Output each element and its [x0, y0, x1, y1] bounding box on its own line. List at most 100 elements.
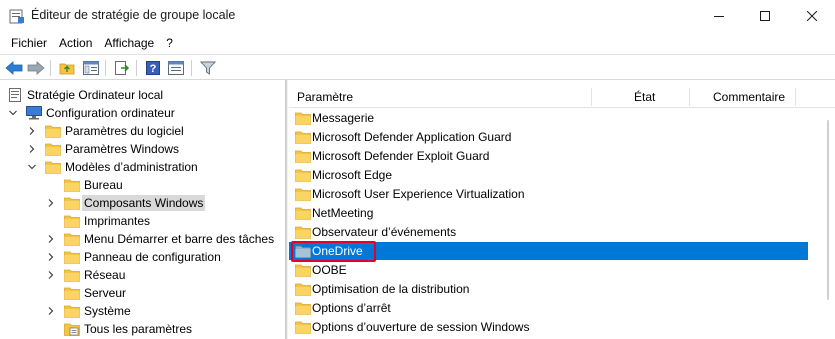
list-row-netmeeting[interactable]: NetMeeting	[289, 204, 808, 222]
folder-icon	[64, 268, 80, 282]
tree-item-bureau[interactable]: Bureau	[0, 176, 285, 194]
close-button[interactable]	[789, 0, 835, 32]
tree-item-reseau[interactable]: Réseau	[0, 266, 285, 284]
list-row-microsoft-user-experience-virtualization[interactable]: Microsoft User Experience Virtualization	[289, 185, 808, 203]
menu-fichier[interactable]: Fichier	[5, 33, 53, 53]
annotation-highlight-box	[291, 241, 376, 262]
tree-item-systeme[interactable]: Système	[0, 302, 285, 320]
folder-icon	[64, 232, 80, 246]
expand-toggle[interactable]	[45, 197, 57, 209]
tree-item-label: Modèles d’administration	[65, 160, 198, 174]
policy-doc-icon	[7, 88, 23, 102]
chevron-right-icon	[48, 199, 54, 207]
folder-icon	[295, 263, 311, 277]
folder-icon	[64, 305, 80, 318]
column-header-commentaire[interactable]: Commentaire	[713, 86, 785, 108]
expand-toggle[interactable]	[45, 269, 57, 281]
list-row-oobe[interactable]: OOBE	[289, 261, 808, 279]
computer-icon	[26, 106, 42, 120]
tree-item-label: Imprimantes	[84, 214, 151, 228]
list-row-messagerie[interactable]: Messagerie	[289, 109, 808, 127]
folder-icon	[295, 111, 311, 125]
export-list-button[interactable]	[112, 58, 132, 78]
tree-item-modeles-d-administration[interactable]: Modèles d’administration	[0, 158, 285, 176]
expand-toggle[interactable]	[7, 107, 19, 119]
folder-icon	[295, 207, 311, 220]
list-row-label: Observateur d’événements	[312, 225, 457, 239]
menu-bar: Fichier Action Affichage ?	[0, 32, 835, 54]
expand-toggle[interactable]	[45, 305, 57, 317]
expand-toggle[interactable]	[45, 233, 57, 245]
expand-toggle[interactable]	[26, 161, 38, 173]
tree-item-imprimantes[interactable]: Imprimantes	[0, 212, 285, 230]
list-row-observateur-d-evenements[interactable]: Observateur d’événements	[289, 223, 808, 241]
back-button[interactable]	[4, 58, 24, 78]
list-row-label: Messagerie	[312, 111, 375, 125]
tree-item-parametres-windows[interactable]: Paramètres Windows	[0, 140, 285, 158]
forward-button[interactable]	[26, 58, 46, 78]
list-row-label: Options d’arrêt	[312, 301, 391, 315]
folder-icon	[295, 226, 311, 239]
column-header-etat[interactable]: État	[634, 86, 655, 108]
up-folder-button[interactable]	[57, 58, 77, 78]
tree-item-panneau-de-configuration[interactable]: Panneau de configuration	[0, 248, 285, 266]
tree-item-serveur[interactable]: Serveur	[0, 284, 285, 302]
properties-button[interactable]	[166, 58, 186, 78]
folder-icon	[64, 179, 80, 192]
folder-icon	[295, 150, 311, 163]
tree-item-label: Tous les paramètres	[84, 322, 193, 336]
maximize-icon	[760, 11, 770, 21]
list-row-label: Microsoft Defender Application Guard	[312, 130, 512, 144]
pane-splitter[interactable]	[286, 80, 288, 339]
back-icon	[5, 61, 23, 75]
maximize-button[interactable]	[742, 0, 788, 32]
folder-icon	[295, 206, 311, 220]
folder-icon	[64, 214, 80, 228]
list-row-label: NetMeeting	[312, 206, 374, 220]
expand-toggle[interactable]	[26, 143, 38, 155]
tree-item-parametres-du-logiciel[interactable]: Paramètres du logiciel	[0, 122, 285, 140]
folder-icon	[64, 286, 80, 300]
folder-icon	[45, 143, 61, 156]
column-header-parametre[interactable]: Paramètre	[297, 86, 353, 108]
menu-action[interactable]: Action	[53, 33, 98, 53]
list-row-microsoft-defender-application-guard[interactable]: Microsoft Defender Application Guard	[289, 128, 808, 146]
tree-item-label: Bureau	[84, 178, 123, 192]
list-row-microsoft-edge[interactable]: Microsoft Edge	[289, 166, 808, 184]
chevron-down-icon	[9, 110, 17, 116]
filter-button[interactable]	[198, 58, 218, 78]
tree-item-configuration-ordinateur[interactable]: Configuration ordinateur	[0, 104, 285, 122]
menu-help[interactable]: ?	[160, 33, 179, 53]
folder-icon	[295, 131, 311, 144]
scrollbar-track[interactable]	[827, 120, 829, 300]
show-hide-tree-button[interactable]	[81, 58, 101, 78]
list-row-optimisation-de-la-distribution[interactable]: Optimisation de la distribution	[289, 280, 808, 298]
tree-item-label: Paramètres du logiciel	[65, 124, 184, 138]
tree-item-strategie-ordinateur-local[interactable]: Stratégie Ordinateur local	[0, 86, 285, 104]
folder-icon	[45, 124, 61, 138]
tree-item-menu-demarrer-et-barre-des-taches[interactable]: Menu Démarrer et barre des tâches	[0, 230, 285, 248]
folder-icon	[295, 225, 311, 239]
folder-icon	[295, 130, 311, 144]
list-row-label: Microsoft Defender Exploit Guard	[312, 149, 490, 163]
folder-icon	[45, 142, 61, 156]
folder-icon	[295, 282, 311, 296]
minimize-button[interactable]	[696, 0, 742, 32]
menu-affichage[interactable]: Affichage	[98, 33, 160, 53]
forward-icon	[27, 61, 45, 75]
minimize-icon	[714, 16, 724, 17]
vertical-scrollbar[interactable]	[821, 110, 835, 339]
list-row-label: OOBE	[312, 263, 347, 277]
tree-item-tous-les-parametres[interactable]: Tous les paramètres	[0, 320, 285, 338]
help-icon: ?	[146, 61, 160, 75]
list-row-options-d-ouverture-de-session-windows[interactable]: Options d’ouverture de session Windows	[289, 318, 808, 336]
expand-toggle[interactable]	[45, 251, 57, 263]
expand-toggle[interactable]	[26, 125, 38, 137]
list-row-options-d-arret[interactable]: Options d’arrêt	[289, 299, 808, 317]
toolbar: ?	[0, 54, 835, 80]
list-row-microsoft-defender-exploit-guard[interactable]: Microsoft Defender Exploit Guard	[289, 147, 808, 165]
close-icon	[807, 11, 817, 21]
help-button[interactable]: ?	[143, 58, 163, 78]
tree-item-composants-windows[interactable]: Composants Windows	[0, 194, 285, 212]
tree-item-label: Stratégie Ordinateur local	[27, 88, 164, 102]
